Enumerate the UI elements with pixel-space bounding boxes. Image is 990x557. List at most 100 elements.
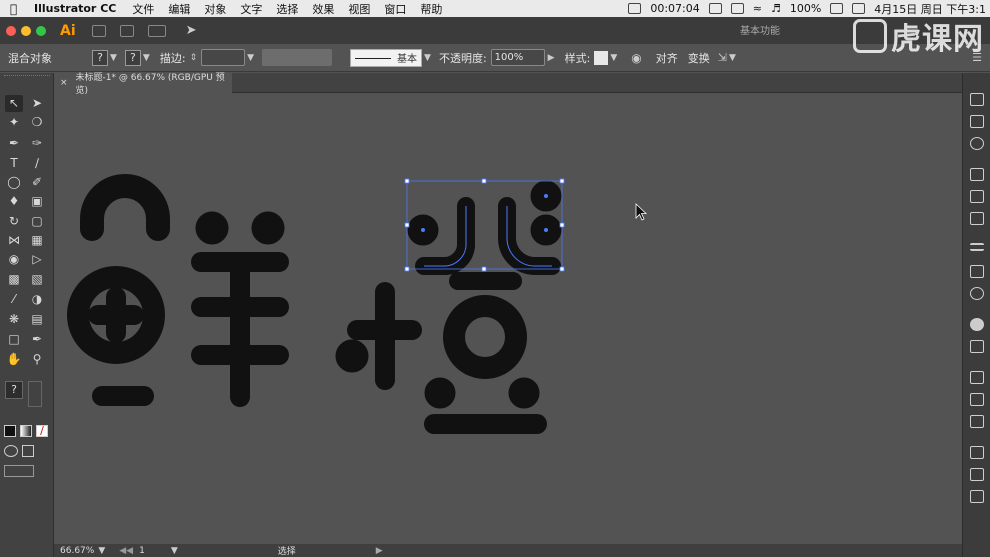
gradient-tool-icon[interactable]: ▧ bbox=[28, 271, 46, 288]
glyph-yang-dot-left[interactable] bbox=[195, 211, 229, 245]
minimize-window-button[interactable] bbox=[21, 25, 31, 36]
isolate-icon[interactable]: ⇲ bbox=[718, 51, 727, 64]
type-tool-icon[interactable]: T bbox=[5, 155, 23, 172]
zoom-level[interactable]: 66.67% bbox=[60, 546, 94, 556]
screen-mode-icon[interactable] bbox=[22, 445, 34, 457]
help-icon[interactable]: ? bbox=[5, 381, 23, 399]
workspace-switcher[interactable]: 基本功能 bbox=[740, 22, 820, 39]
bridge-icon[interactable] bbox=[91, 24, 106, 37]
layers-icon[interactable] bbox=[970, 393, 984, 406]
opacity-field[interactable]: 100% bbox=[490, 49, 545, 66]
brush-definition[interactable]: 基本 bbox=[350, 48, 423, 67]
eyedropper-icon[interactable]: ⁄ bbox=[5, 291, 23, 308]
document-tab[interactable]: × 未标题-1* @ 66.67% (RGB/GPU 预览) bbox=[54, 73, 232, 96]
pen-tool-icon[interactable]: ✒ bbox=[5, 135, 23, 152]
gradient-mode-icon[interactable] bbox=[20, 425, 32, 437]
chevron-down-icon[interactable]: ▼ bbox=[143, 53, 150, 63]
graphic-style-swatch[interactable] bbox=[594, 50, 609, 65]
stroke-swatch-icon[interactable]: ? bbox=[124, 49, 141, 66]
toolbar-grip[interactable] bbox=[4, 75, 50, 79]
chevron-down-icon[interactable]: ▼ bbox=[98, 546, 105, 556]
menu-app-name[interactable]: Illustrator CC bbox=[34, 2, 116, 15]
menu-window[interactable]: 窗口 bbox=[384, 1, 406, 17]
hand-tool-icon[interactable]: ✋ bbox=[5, 351, 23, 368]
glyph-cheng-low-dot-left[interactable] bbox=[424, 377, 456, 409]
gradient-panel-icon[interactable] bbox=[970, 265, 984, 278]
color-mode-icon[interactable] bbox=[4, 425, 16, 437]
close-tab-icon[interactable]: × bbox=[60, 78, 68, 88]
draw-normal-icon[interactable] bbox=[4, 445, 18, 457]
menu-help[interactable]: 帮助 bbox=[420, 1, 442, 17]
width-tool-icon[interactable]: ⋈ bbox=[5, 232, 23, 249]
glyph-cheng-wood-dot[interactable] bbox=[335, 339, 369, 373]
chevron-down-icon[interactable]: ▼ bbox=[610, 53, 617, 63]
zoom-window-button[interactable] bbox=[36, 25, 46, 36]
gpu-rocket-icon[interactable]: ➤ bbox=[186, 23, 197, 38]
menu-select[interactable]: 选择 bbox=[276, 1, 298, 17]
align-panel-icon[interactable] bbox=[970, 446, 984, 459]
pathfinder-icon[interactable] bbox=[970, 468, 984, 481]
eraser-icon[interactable]: ▣ bbox=[28, 193, 46, 210]
brushes-icon[interactable] bbox=[970, 190, 984, 203]
volume-icon[interactable]: ♬ bbox=[771, 2, 781, 15]
curvature-tool-icon[interactable]: ✑ bbox=[28, 135, 46, 152]
ellipse-tool-icon[interactable]: ◯ bbox=[5, 174, 23, 191]
chevron-down-icon[interactable]: ▼ bbox=[729, 53, 736, 63]
zoom-tool-icon[interactable]: ⚲ bbox=[28, 351, 46, 368]
menu-object[interactable]: 对象 bbox=[204, 1, 226, 17]
color-panel-icon[interactable] bbox=[970, 93, 984, 106]
chevron-right-icon[interactable]: ▶ bbox=[548, 53, 555, 63]
artboard-number[interactable]: 1 bbox=[139, 546, 145, 556]
stock-icon[interactable] bbox=[119, 24, 134, 37]
menu-file[interactable]: 文件 bbox=[132, 1, 154, 17]
fill-swatch-icon[interactable]: ? bbox=[92, 49, 108, 66]
stroke-weight-field[interactable] bbox=[201, 49, 246, 66]
glyph-yang-dot-right[interactable] bbox=[251, 211, 285, 245]
rotate-tool-icon[interactable]: ↻ bbox=[5, 213, 23, 230]
symbol-sprayer-icon[interactable]: ❋ bbox=[5, 311, 23, 328]
chevron-down-icon[interactable]: ▼ bbox=[171, 546, 178, 556]
arrange-documents-icon[interactable] bbox=[147, 24, 166, 37]
color-guide-icon[interactable] bbox=[970, 115, 984, 128]
glyph-cheng-ring[interactable] bbox=[443, 295, 527, 379]
cloud-icon[interactable] bbox=[730, 3, 744, 14]
status-mode[interactable]: 选择 bbox=[278, 544, 296, 557]
keyboard-icon[interactable] bbox=[852, 3, 866, 14]
glyph-xian-plus[interactable] bbox=[88, 287, 144, 343]
scale-tool-icon[interactable]: ▢ bbox=[28, 213, 46, 230]
paintbrush-icon[interactable]: ✐ bbox=[28, 174, 46, 191]
lasso-icon[interactable]: ❍ bbox=[28, 114, 46, 131]
free-transform-icon[interactable]: ▦ bbox=[28, 232, 46, 249]
menu-view[interactable]: 视图 bbox=[348, 1, 370, 17]
transform-button[interactable]: 变换 bbox=[688, 50, 710, 66]
glyph-xian-arch[interactable] bbox=[80, 174, 170, 241]
graph-tool-icon[interactable]: ▤ bbox=[28, 311, 46, 328]
menu-type[interactable]: 文字 bbox=[240, 1, 262, 17]
line-tool-icon[interactable]: ∕ bbox=[28, 155, 46, 172]
change-screen-mode-icon[interactable] bbox=[4, 465, 34, 477]
export-icon[interactable] bbox=[970, 371, 984, 384]
cc-libraries-icon[interactable] bbox=[970, 137, 984, 150]
artboard-tool-icon[interactable]: □ bbox=[5, 331, 23, 348]
direct-selection-tool-icon[interactable]: ➤ bbox=[28, 95, 46, 112]
perspective-grid-icon[interactable]: ▩ bbox=[5, 271, 23, 288]
stroke-panel-icon[interactable] bbox=[970, 243, 984, 251]
status-arrow-icon[interactable]: ▶ bbox=[376, 546, 383, 556]
variable-width-profile[interactable] bbox=[262, 49, 333, 66]
chevron-down-icon[interactable]: ▼ bbox=[424, 53, 431, 63]
align-button[interactable]: 对齐 bbox=[656, 50, 678, 66]
shaper-tool-icon[interactable]: ♦ bbox=[5, 193, 23, 210]
transparency-panel-icon[interactable] bbox=[970, 287, 984, 300]
symbols-icon[interactable] bbox=[970, 212, 984, 225]
first-artboard-icon[interactable]: ◀◀ bbox=[119, 546, 133, 556]
chevron-down-icon[interactable]: ▼ bbox=[247, 53, 254, 63]
artboards-icon[interactable] bbox=[970, 415, 984, 428]
artboard-canvas[interactable] bbox=[54, 94, 962, 544]
apple-icon[interactable]:  bbox=[10, 2, 24, 16]
selection-tool-icon[interactable]: ↖ bbox=[5, 95, 23, 112]
shape-builder-icon[interactable]: ◉ bbox=[5, 251, 23, 268]
screen-icon[interactable] bbox=[708, 3, 722, 14]
fill-stroke-proxy[interactable] bbox=[28, 381, 42, 407]
slice-tool-icon[interactable]: ✒ bbox=[28, 331, 46, 348]
stroke-stepper-icon[interactable]: ⇕ bbox=[190, 53, 198, 63]
